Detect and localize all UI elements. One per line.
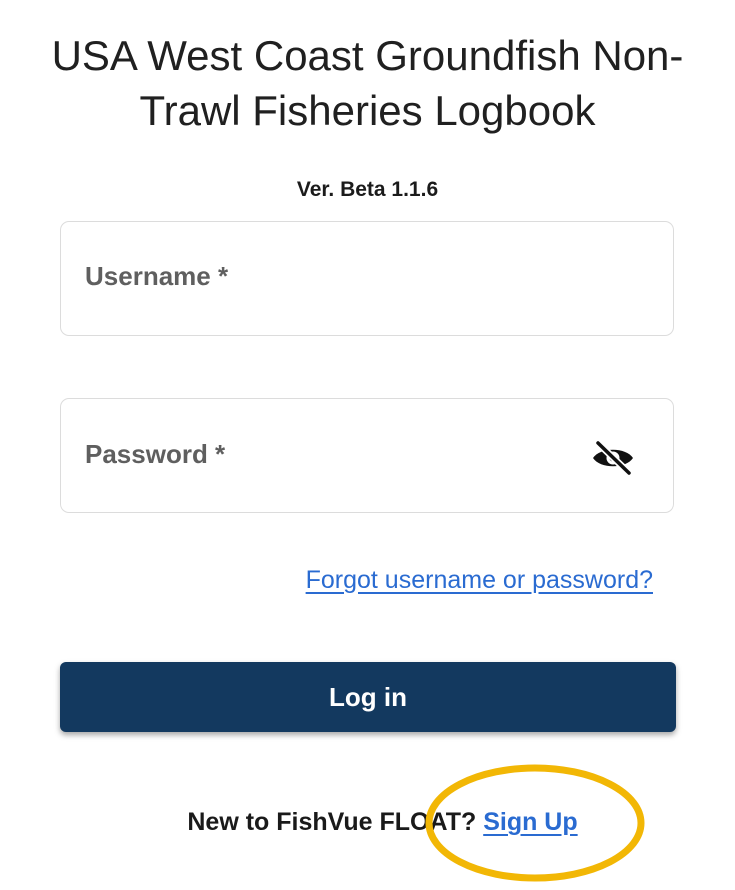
- signup-prompt: New to FishVue FLOAT?: [187, 808, 477, 836]
- eye-off-icon[interactable]: [591, 439, 635, 477]
- forgot-credentials-link[interactable]: Forgot username or password?: [306, 566, 653, 595]
- app-title-line-2: Trawl Fisheries Logbook: [139, 87, 596, 134]
- password-field[interactable]: Password *: [60, 398, 674, 513]
- signup-row: New to FishVue FLOAT? Sign Up: [0, 808, 735, 837]
- app-title-line-1: USA West Coast Groundfish Non-: [51, 32, 684, 79]
- username-field[interactable]: Username *: [60, 221, 674, 336]
- username-label: Username *: [85, 261, 229, 291]
- login-button[interactable]: Log in: [60, 662, 676, 732]
- app-title: USA West Coast Groundfish Non- Trawl Fis…: [0, 28, 735, 138]
- version-label: Ver. Beta 1.1.6: [296, 178, 439, 201]
- signup-link[interactable]: Sign Up: [483, 808, 577, 836]
- password-label: Password *: [85, 439, 226, 469]
